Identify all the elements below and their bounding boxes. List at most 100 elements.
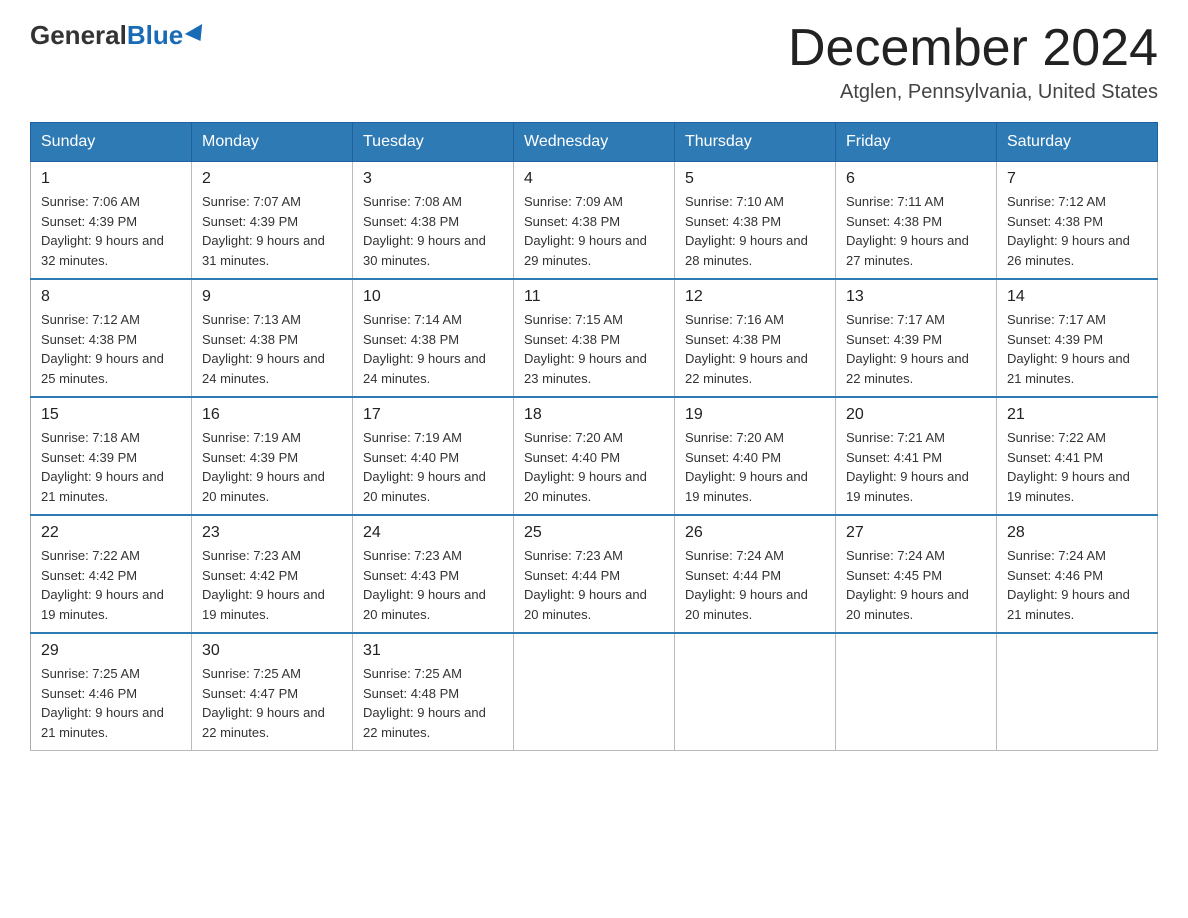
table-row: 25 Sunrise: 7:23 AM Sunset: 4:44 PM Dayl… [514, 515, 675, 633]
day-number: 16 [202, 406, 342, 424]
sunrise-label: Sunrise: 7:17 AM [846, 312, 945, 327]
day-number: 25 [524, 524, 664, 542]
sunset-label: Sunset: 4:40 PM [685, 450, 781, 465]
sunset-label: Sunset: 4:47 PM [202, 686, 298, 701]
daylight-label: Daylight: 9 hours and 26 minutes. [1007, 233, 1130, 268]
sunrise-label: Sunrise: 7:24 AM [685, 548, 784, 563]
daylight-label: Daylight: 9 hours and 19 minutes. [41, 587, 164, 622]
table-row: 31 Sunrise: 7:25 AM Sunset: 4:48 PM Dayl… [353, 633, 514, 751]
sunset-label: Sunset: 4:39 PM [1007, 332, 1103, 347]
day-info: Sunrise: 7:25 AM Sunset: 4:47 PM Dayligh… [202, 664, 342, 742]
table-row: 2 Sunrise: 7:07 AM Sunset: 4:39 PM Dayli… [192, 162, 353, 280]
sunset-label: Sunset: 4:38 PM [685, 214, 781, 229]
day-number: 3 [363, 170, 503, 188]
day-number: 15 [41, 406, 181, 424]
sunset-label: Sunset: 4:39 PM [41, 214, 137, 229]
day-info: Sunrise: 7:19 AM Sunset: 4:40 PM Dayligh… [363, 428, 503, 506]
table-row: 6 Sunrise: 7:11 AM Sunset: 4:38 PM Dayli… [836, 162, 997, 280]
day-number: 24 [363, 524, 503, 542]
sunset-label: Sunset: 4:43 PM [363, 568, 459, 583]
table-row: 1 Sunrise: 7:06 AM Sunset: 4:39 PM Dayli… [31, 162, 192, 280]
sunrise-label: Sunrise: 7:24 AM [1007, 548, 1106, 563]
daylight-label: Daylight: 9 hours and 22 minutes. [846, 351, 969, 386]
sunrise-label: Sunrise: 7:25 AM [202, 666, 301, 681]
daylight-label: Daylight: 9 hours and 20 minutes. [524, 587, 647, 622]
day-info: Sunrise: 7:22 AM Sunset: 4:41 PM Dayligh… [1007, 428, 1147, 506]
logo-general-text: General [30, 20, 127, 51]
daylight-label: Daylight: 9 hours and 31 minutes. [202, 233, 325, 268]
table-row: 23 Sunrise: 7:23 AM Sunset: 4:42 PM Dayl… [192, 515, 353, 633]
day-info: Sunrise: 7:12 AM Sunset: 4:38 PM Dayligh… [41, 310, 181, 388]
table-row: 11 Sunrise: 7:15 AM Sunset: 4:38 PM Dayl… [514, 279, 675, 397]
logo-triangle-icon [185, 23, 209, 45]
sunrise-label: Sunrise: 7:13 AM [202, 312, 301, 327]
table-row: 28 Sunrise: 7:24 AM Sunset: 4:46 PM Dayl… [997, 515, 1158, 633]
daylight-label: Daylight: 9 hours and 20 minutes. [846, 587, 969, 622]
day-info: Sunrise: 7:10 AM Sunset: 4:38 PM Dayligh… [685, 192, 825, 270]
daylight-label: Daylight: 9 hours and 32 minutes. [41, 233, 164, 268]
table-row: 7 Sunrise: 7:12 AM Sunset: 4:38 PM Dayli… [997, 162, 1158, 280]
sunset-label: Sunset: 4:44 PM [524, 568, 620, 583]
sunrise-label: Sunrise: 7:17 AM [1007, 312, 1106, 327]
day-info: Sunrise: 7:16 AM Sunset: 4:38 PM Dayligh… [685, 310, 825, 388]
day-info: Sunrise: 7:24 AM Sunset: 4:44 PM Dayligh… [685, 546, 825, 624]
day-number: 20 [846, 406, 986, 424]
day-number: 28 [1007, 524, 1147, 542]
day-number: 6 [846, 170, 986, 188]
sunset-label: Sunset: 4:38 PM [363, 332, 459, 347]
day-number: 5 [685, 170, 825, 188]
logo-blue-block: Blue [127, 20, 207, 51]
sunrise-label: Sunrise: 7:23 AM [363, 548, 462, 563]
table-row: 16 Sunrise: 7:19 AM Sunset: 4:39 PM Dayl… [192, 397, 353, 515]
daylight-label: Daylight: 9 hours and 21 minutes. [1007, 587, 1130, 622]
daylight-label: Daylight: 9 hours and 21 minutes. [41, 469, 164, 504]
sunrise-label: Sunrise: 7:12 AM [1007, 194, 1106, 209]
sunset-label: Sunset: 4:38 PM [846, 214, 942, 229]
daylight-label: Daylight: 9 hours and 20 minutes. [202, 469, 325, 504]
daylight-label: Daylight: 9 hours and 25 minutes. [41, 351, 164, 386]
logo-text: General Blue [30, 20, 207, 51]
sunrise-label: Sunrise: 7:08 AM [363, 194, 462, 209]
day-info: Sunrise: 7:14 AM Sunset: 4:38 PM Dayligh… [363, 310, 503, 388]
table-row [997, 633, 1158, 751]
day-info: Sunrise: 7:15 AM Sunset: 4:38 PM Dayligh… [524, 310, 664, 388]
sunset-label: Sunset: 4:41 PM [1007, 450, 1103, 465]
day-number: 14 [1007, 288, 1147, 306]
table-row: 14 Sunrise: 7:17 AM Sunset: 4:39 PM Dayl… [997, 279, 1158, 397]
calendar-table: Sunday Monday Tuesday Wednesday Thursday… [30, 122, 1158, 751]
day-info: Sunrise: 7:11 AM Sunset: 4:38 PM Dayligh… [846, 192, 986, 270]
col-friday: Friday [836, 123, 997, 162]
day-number: 10 [363, 288, 503, 306]
day-info: Sunrise: 7:24 AM Sunset: 4:46 PM Dayligh… [1007, 546, 1147, 624]
daylight-label: Daylight: 9 hours and 20 minutes. [363, 587, 486, 622]
daylight-label: Daylight: 9 hours and 20 minutes. [524, 469, 647, 504]
col-sunday: Sunday [31, 123, 192, 162]
sunset-label: Sunset: 4:39 PM [41, 450, 137, 465]
day-number: 2 [202, 170, 342, 188]
sunset-label: Sunset: 4:41 PM [846, 450, 942, 465]
daylight-label: Daylight: 9 hours and 24 minutes. [202, 351, 325, 386]
page-header: General Blue December 2024 Atglen, Penns… [30, 20, 1158, 104]
sunrise-label: Sunrise: 7:24 AM [846, 548, 945, 563]
daylight-label: Daylight: 9 hours and 19 minutes. [685, 469, 808, 504]
daylight-label: Daylight: 9 hours and 19 minutes. [846, 469, 969, 504]
day-info: Sunrise: 7:20 AM Sunset: 4:40 PM Dayligh… [685, 428, 825, 506]
day-info: Sunrise: 7:09 AM Sunset: 4:38 PM Dayligh… [524, 192, 664, 270]
day-number: 11 [524, 288, 664, 306]
sunrise-label: Sunrise: 7:25 AM [363, 666, 462, 681]
sunset-label: Sunset: 4:45 PM [846, 568, 942, 583]
sunrise-label: Sunrise: 7:18 AM [41, 430, 140, 445]
day-info: Sunrise: 7:07 AM Sunset: 4:39 PM Dayligh… [202, 192, 342, 270]
title-area: December 2024 Atglen, Pennsylvania, Unit… [788, 20, 1158, 104]
table-row: 27 Sunrise: 7:24 AM Sunset: 4:45 PM Dayl… [836, 515, 997, 633]
sunrise-label: Sunrise: 7:20 AM [524, 430, 623, 445]
sunset-label: Sunset: 4:38 PM [524, 332, 620, 347]
sunset-label: Sunset: 4:40 PM [524, 450, 620, 465]
table-row: 5 Sunrise: 7:10 AM Sunset: 4:38 PM Dayli… [675, 162, 836, 280]
day-number: 17 [363, 406, 503, 424]
table-row: 20 Sunrise: 7:21 AM Sunset: 4:41 PM Dayl… [836, 397, 997, 515]
table-row: 17 Sunrise: 7:19 AM Sunset: 4:40 PM Dayl… [353, 397, 514, 515]
sunset-label: Sunset: 4:38 PM [41, 332, 137, 347]
table-row [514, 633, 675, 751]
day-info: Sunrise: 7:12 AM Sunset: 4:38 PM Dayligh… [1007, 192, 1147, 270]
